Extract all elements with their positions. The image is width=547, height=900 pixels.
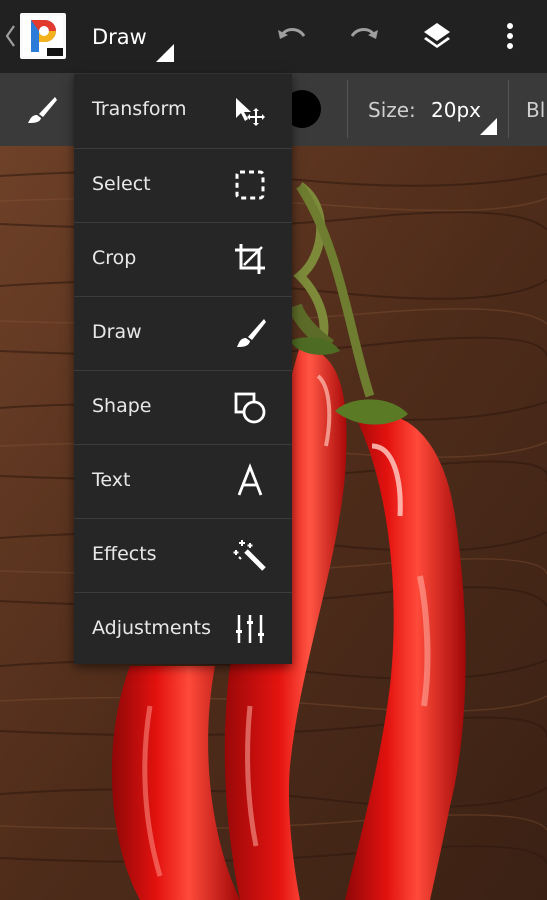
layers-icon[interactable] — [419, 18, 455, 54]
text-icon — [237, 463, 263, 496]
app-bar: Draw — [0, 0, 547, 73]
size-value[interactable]: 20px — [431, 98, 481, 122]
menu-item-label: Crop — [92, 247, 137, 269]
size-label: Size: — [368, 98, 416, 122]
menu-item-label: Draw — [92, 321, 142, 343]
divider — [347, 80, 348, 138]
adjustments-icon — [236, 615, 264, 643]
brush-icon[interactable] — [25, 93, 59, 127]
redo-icon[interactable] — [346, 18, 382, 54]
menu-item-label: Shape — [92, 395, 152, 417]
blend-label[interactable]: Bl — [526, 98, 545, 122]
shape-icon — [234, 392, 266, 424]
menu-item-label: Select — [92, 173, 151, 195]
menu-item-crop[interactable]: Crop — [74, 222, 292, 295]
undo-icon[interactable] — [274, 18, 310, 54]
menu-item-label: Transform — [92, 98, 187, 120]
dropdown-indicator-icon — [156, 44, 174, 62]
mode-menu: Transform Select Crop Draw Shape Text Ef… — [74, 74, 292, 664]
mode-label: Draw — [92, 25, 147, 49]
menu-item-text[interactable]: Text — [74, 444, 292, 517]
menu-item-draw[interactable]: Draw — [74, 296, 292, 369]
transform-icon — [236, 98, 265, 126]
brush-icon — [237, 319, 266, 347]
menu-item-label: Effects — [92, 543, 157, 565]
more-vert-icon[interactable] — [492, 18, 528, 54]
size-dropdown-icon[interactable] — [480, 118, 497, 135]
select-icon — [235, 170, 265, 200]
menu-item-label: Adjustments — [92, 617, 211, 639]
menu-item-transform[interactable]: Transform — [74, 74, 292, 147]
photoshop-pro-logo — [23, 16, 63, 56]
menu-item-select[interactable]: Select — [74, 148, 292, 221]
back-chevron-icon[interactable] — [3, 22, 17, 50]
mode-dropdown[interactable]: Draw — [84, 16, 176, 64]
menu-item-effects[interactable]: Effects — [74, 518, 292, 591]
menu-item-label: Text — [92, 469, 131, 491]
crop-icon — [235, 244, 265, 274]
divider — [508, 80, 509, 138]
effects-icon — [233, 540, 266, 571]
menu-item-shape[interactable]: Shape — [74, 370, 292, 443]
menu-item-adjustments[interactable]: Adjustments — [74, 592, 292, 665]
app-logo[interactable] — [20, 13, 66, 59]
